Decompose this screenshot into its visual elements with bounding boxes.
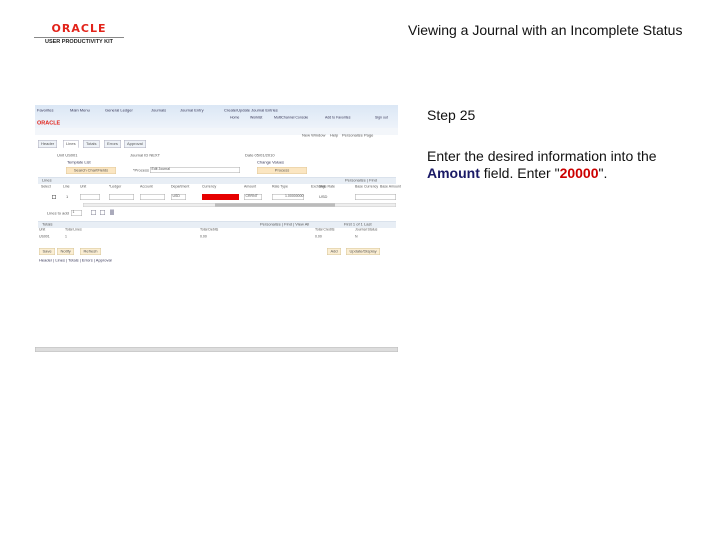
instruction: Enter the desired information into the A… [427, 148, 687, 182]
process-select[interactable]: Edit Journal [150, 167, 240, 173]
select-checkbox[interactable] [52, 195, 56, 199]
totals-col-header: Journal Status [355, 228, 378, 232]
refresh-button[interactable]: Refresh [80, 248, 102, 255]
totals-cell: 1 [65, 235, 67, 239]
delete-icon[interactable] [110, 209, 114, 215]
lines-col-header[interactable]: Stat [319, 185, 325, 189]
amount-input-highlight[interactable] [202, 194, 239, 200]
notify-button[interactable]: Notify [57, 248, 75, 255]
app-screenshot: Favorites Main Menu General Ledger Journ… [35, 105, 401, 352]
logo-product: USER PRODUCTIVITY KIT [34, 37, 124, 45]
search-chartfields-button[interactable]: Search ChartFields [66, 167, 116, 174]
totals-grid-header [38, 221, 396, 228]
tab-errors[interactable]: Errors [104, 140, 121, 148]
instr-text: ". [598, 165, 608, 181]
lines-to-add-label: Lines to add [47, 211, 69, 216]
link-add-favorites[interactable]: Add to Favorites [325, 116, 350, 120]
instr-text: field. Enter " [479, 165, 560, 181]
exchange-rate-input[interactable]: 1.00000000 [272, 194, 304, 200]
totals-row-area: Unit US001 Total Lines 1 Total Debits 0.00 Tot… [35, 228, 398, 243]
lines-col-header[interactable]: Account [140, 185, 153, 189]
oracle-upk-logo: ORACLE USER PRODUCTIVITY KIT [34, 22, 124, 45]
scroll-thumb[interactable] [215, 203, 335, 207]
totals-col-header: Total Lines [65, 228, 82, 232]
logo-brand: ORACLE [51, 22, 107, 35]
totals-personalize-link[interactable]: Personalize | Find | View All [260, 222, 309, 227]
oracle-logo: ORACLE [37, 120, 61, 126]
lines-col-header[interactable]: Select [41, 185, 51, 189]
totals-col-header: Total Debits [200, 228, 219, 232]
process-label: *Process [133, 168, 150, 173]
slide-title: Viewing a Journal with an Incomplete Sta… [408, 22, 683, 38]
save-button[interactable]: Save [39, 248, 56, 255]
tab-totals[interactable]: Totals [83, 140, 100, 148]
lines-col-header[interactable]: Amount [244, 185, 256, 189]
link-multichannel[interactable]: MultiChannel Console [274, 116, 308, 120]
totals-cell: US001 [39, 235, 50, 239]
add-button[interactable]: Add [327, 248, 342, 255]
update-display-button[interactable]: Update/Display [346, 248, 381, 255]
link-home[interactable]: Home [230, 116, 239, 120]
lines-col-header[interactable]: Unit [80, 185, 86, 189]
totals-title: Totals [42, 222, 53, 227]
totals-col-header: Unit [39, 228, 46, 232]
lines-col-header[interactable]: Base Amount [380, 185, 401, 189]
lines-col-header[interactable]: Line [63, 185, 70, 189]
unit-label: Unit US001 [57, 153, 78, 158]
lines-personalize-link[interactable]: Personalize | Find [345, 178, 377, 183]
instr-value: 20000 [559, 165, 599, 181]
link-worklist[interactable]: Worklist [250, 116, 262, 120]
step-number: Step 25 [427, 107, 476, 123]
tab-header[interactable]: Header [38, 140, 58, 148]
lines-title: Lines [42, 178, 52, 183]
lines-col-header[interactable]: *Ledger [109, 185, 121, 189]
totals-cell: N [355, 235, 358, 239]
template-list-link[interactable]: Template List [67, 160, 91, 165]
breadcrumb-journals[interactable]: Journals [151, 108, 166, 113]
breadcrumb-gl[interactable]: General Ledger [105, 108, 133, 113]
base-currency: USD [319, 194, 328, 200]
instr-text: Enter the desired information into the [427, 148, 657, 164]
rate-type-input[interactable]: CRRNT [244, 194, 262, 200]
currency-input[interactable]: USD [171, 194, 186, 200]
totals-col-header: Total Credits [315, 228, 335, 232]
totals-cell: 0.00 [315, 235, 322, 239]
tab-approval[interactable]: Approval [124, 140, 146, 148]
link-personalize-page[interactable]: Personalize Page [342, 133, 373, 138]
lines-col-header[interactable]: Department [171, 185, 189, 189]
link-sign-out[interactable]: Sign out [375, 116, 388, 120]
lines-col-header[interactable]: Base Currency [355, 185, 378, 189]
breadcrumb-main-menu[interactable]: Main Menu [70, 108, 90, 113]
lines-columns: Select Line Unit *Ledger Account Department Cu… [35, 185, 401, 191]
add-line-icon[interactable] [91, 210, 96, 215]
breadcrumb-favorites[interactable]: Favorites [37, 108, 53, 113]
link-help[interactable]: Help [330, 133, 338, 138]
link-new-window[interactable]: New Window [302, 133, 325, 138]
lines-col-header[interactable]: Currency [202, 185, 216, 189]
journal-id-label: Journal ID NEXT [130, 153, 161, 158]
totals-paging[interactable]: First 1 of 1 Last [344, 222, 372, 227]
breadcrumb-create-update[interactable]: Create/Update Journal Entries [224, 108, 278, 113]
lines-grid-header [38, 177, 396, 184]
instr-field: Amount [427, 165, 480, 181]
line-number: 1 [66, 194, 69, 200]
date-label: Date 05/01/2010 [245, 153, 275, 158]
base-amount-input[interactable] [355, 194, 396, 200]
account-input[interactable] [140, 194, 165, 200]
lines-col-header[interactable]: Rate Type [272, 185, 288, 189]
tab-lines[interactable]: Lines [63, 140, 79, 148]
breadcrumb-journal-entry[interactable]: Journal Entry [180, 108, 204, 113]
unit-input[interactable] [80, 194, 100, 200]
lines-to-add-input[interactable]: 1 [71, 210, 82, 216]
bottom-page-links[interactable]: Header | Lines | Totals | Errors | Appro… [39, 258, 112, 263]
totals-cell: 0.00 [200, 235, 207, 239]
page-hscrollbar[interactable] [35, 347, 398, 352]
insert-line-icon[interactable] [100, 210, 105, 215]
process-button[interactable]: Process [257, 167, 307, 174]
ledger-input[interactable] [109, 194, 134, 200]
change-values-link[interactable]: Change Values [257, 160, 284, 165]
